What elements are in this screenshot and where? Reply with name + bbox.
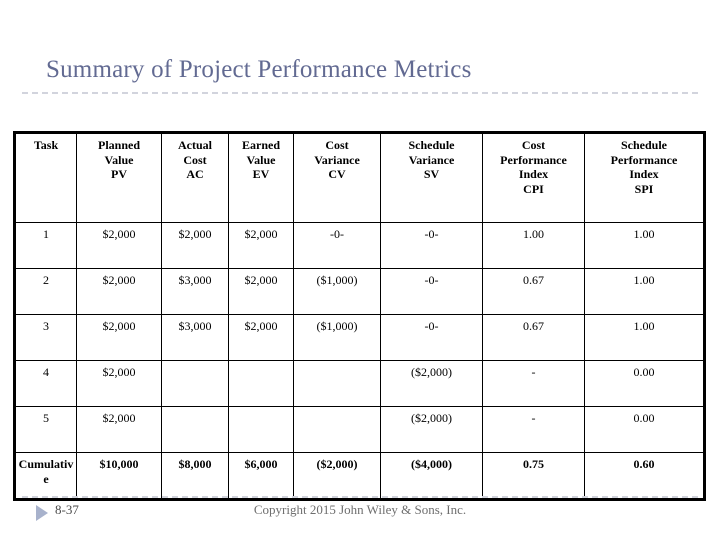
header-line: Actual [178,138,212,152]
cell-cost-variance: ($1,000) [293,314,381,361]
cell-schedule-performance-index: 1.00 [584,314,705,361]
column-header-actual-cost: Actual Cost AC [161,132,229,223]
header-line: Variance [408,152,455,167]
cell-schedule-variance: ($4,000) [380,452,483,500]
header-line: CPI [523,181,544,196]
cell-earned-value: $6,000 [228,452,294,500]
header-line: Schedule [620,138,667,152]
cell-schedule-variance: -0- [380,268,483,315]
cell-cost-performance-index: - [482,406,585,453]
cell-cost-performance-index: 0.67 [482,314,585,361]
column-header-schedule-performance-index: Schedule Performance Index SPI [584,132,705,223]
cell-actual-cost: $3,000 [161,268,229,315]
header-line: Cost [183,152,207,167]
cell-planned-value: $10,000 [76,452,162,500]
cell-cost-variance: -0- [293,222,381,269]
metrics-table-container: Task Planned Value PV Actual Cost AC Ear… [13,131,706,501]
cell-cost-performance-index: - [482,360,585,407]
header-line: Planned [97,138,140,152]
column-header-planned-value: Planned Value PV [76,132,162,223]
table-row: Cumulative $10,000 $8,000 $6,000 ($2,000) ($4… [14,452,705,500]
cell-cost-performance-index: 0.67 [482,268,585,315]
cell-cost-variance [293,360,381,407]
cell-planned-value: $2,000 [76,268,162,315]
cell-actual-cost: $3,000 [161,314,229,361]
footer-divider [22,496,698,498]
cell-schedule-performance-index: 0.00 [584,406,705,453]
cell-earned-value: $2,000 [228,268,294,315]
header-line: Task [33,138,59,152]
column-header-cost-variance: Cost Variance CV [293,132,381,223]
cell-cost-performance-index: 0.75 [482,452,585,500]
header-line: Cost [521,138,546,152]
header-line: EV [252,167,270,181]
cell-schedule-variance: ($2,000) [380,406,483,453]
cell-schedule-variance: -0- [380,222,483,269]
column-header-task: Task [14,132,77,223]
cell-earned-value: $2,000 [228,222,294,269]
table-row: 3 $2,000 $3,000 $2,000 ($1,000) -0- 0.67 1.00 [14,314,705,361]
cell-task: 2 [14,268,77,315]
cell-planned-value: $2,000 [76,222,162,269]
slide-footer: 8-37 Copyright 2015 John Wiley & Sons, I… [0,502,720,526]
cell-task: 3 [14,314,77,361]
header-line: Index [629,167,659,181]
table-row: 1 $2,000 $2,000 $2,000 -0- -0- 1.00 1.00 [14,222,705,269]
cell-task: 5 [14,406,77,453]
table-header: Task Planned Value PV Actual Cost AC Ear… [14,132,705,223]
cell-task: 1 [14,222,77,269]
project-performance-metrics-table: Task Planned Value PV Actual Cost AC Ear… [13,131,706,501]
cell-schedule-performance-index: 1.00 [584,268,705,315]
copyright-notice: Copyright 2015 John Wiley & Sons, Inc. [253,502,467,517]
cell-actual-cost: $2,000 [161,222,229,269]
cell-schedule-performance-index: 0.60 [584,452,705,500]
title-divider [22,92,698,94]
table-row: 5 $2,000 ($2,000) -0.00 [14,406,705,453]
cell-earned-value [228,360,294,407]
table-row: 2 $2,000 $3,000 $2,000 ($1,000) -0- 0.67 1.00 [14,268,705,315]
cell-cost-performance-index: 1.00 [482,222,585,269]
header-line: SV [423,167,440,181]
cell-actual-cost [161,360,229,407]
table-header-row: Task Planned Value PV Actual Cost AC Ear… [14,132,705,223]
column-header-schedule-variance: Schedule Variance SV [380,132,483,223]
header-line: Performance [500,152,567,167]
cell-planned-value: $2,000 [76,360,162,407]
cell-actual-cost: $8,000 [161,452,229,500]
header-line: Index [518,167,549,181]
header-line: CV [328,167,346,181]
table-row: 4 $2,000 ($2,000) -0.00 [14,360,705,407]
header-line: SPI [634,181,654,196]
cell-cost-variance: ($1,000) [293,268,381,315]
column-header-cost-performance-index: Cost Performance Index CPI [482,132,585,223]
header-line: PV [111,167,127,181]
cell-cost-variance: ($2,000) [293,452,381,500]
cell-earned-value: $2,000 [228,314,294,361]
header-line: Cost [325,138,349,152]
header-line: Schedule [408,138,455,152]
header-line: Earned [241,138,280,152]
cell-schedule-variance: -0- [380,314,483,361]
cell-schedule-performance-index: 0.00 [584,360,705,407]
header-line: Performance [610,152,678,167]
cell-planned-value: $2,000 [76,406,162,453]
cell-schedule-variance: ($2,000) [380,360,483,407]
header-line: Value [104,152,134,167]
header-line: AC [186,167,204,181]
header-line: Value [246,152,276,167]
cell-task: Cumulative [14,452,77,500]
cell-task: 4 [14,360,77,407]
column-header-earned-value: Earned Value EV [228,132,294,223]
cell-cost-variance [293,406,381,453]
cell-planned-value: $2,000 [76,314,162,361]
header-line: Variance [314,152,360,167]
cell-schedule-performance-index: 1.00 [584,222,705,269]
cell-earned-value [228,406,294,453]
cell-actual-cost [161,406,229,453]
page-title: Summary of Project Performance Metrics [46,56,472,83]
table-body: 1 $2,000 $2,000 $2,000 -0- -0- 1.00 1.00 2 $2,000… [14,222,705,500]
